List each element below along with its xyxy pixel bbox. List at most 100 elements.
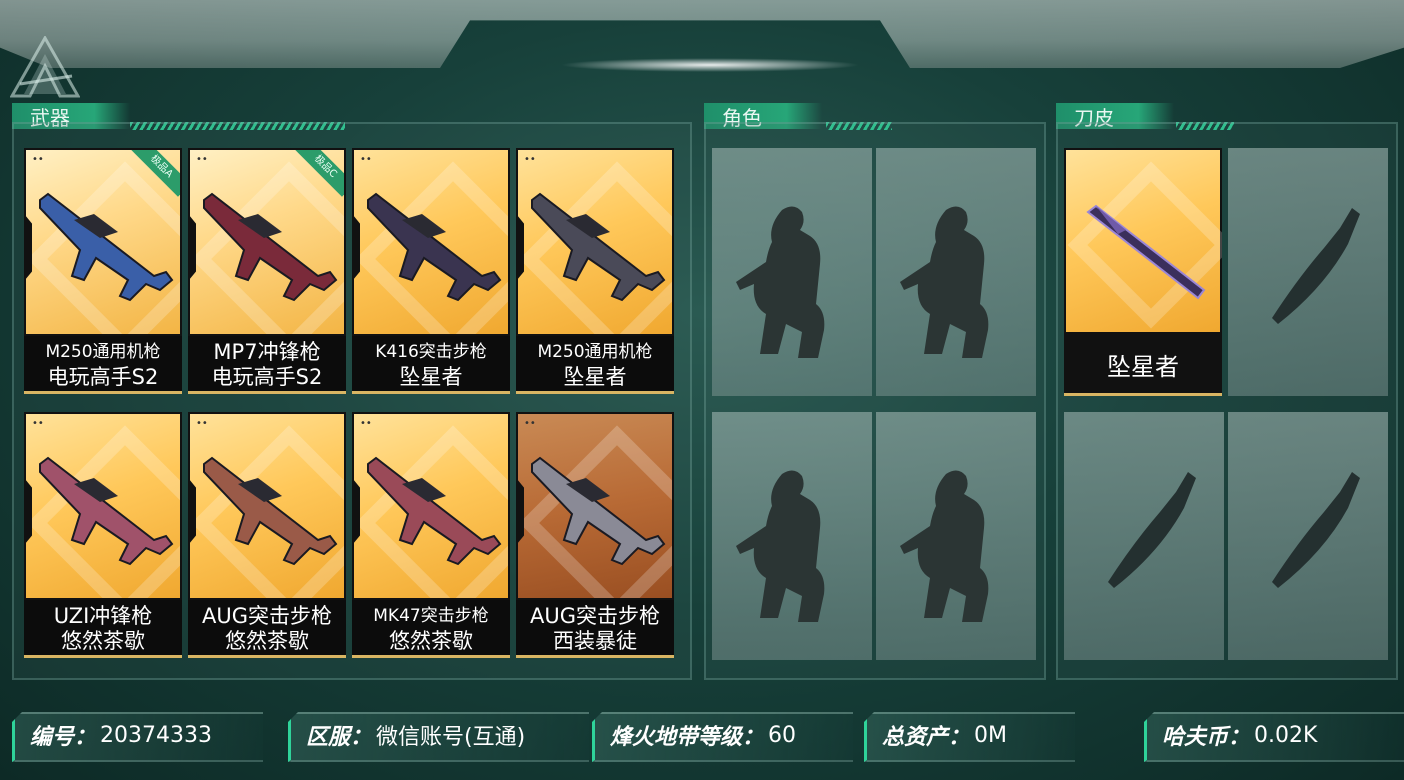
knife-silhouette-icon [1272,208,1360,324]
weapon-card[interactable]: •• AUG突击步枪 悠然茶歇 [188,412,346,658]
card-bottom-bar [1064,393,1222,396]
skin-name: 坠星者 [563,365,627,389]
skin-name: 电玩高手S2 [47,365,159,389]
weapon-art: •• 极品C [190,150,344,334]
skin-name: 悠然茶歇 [389,629,473,653]
knife-art [1066,150,1222,332]
weapon-caption: M250通用机枪电玩高手S2 [24,336,182,394]
rarity-dots-icon: •• [32,418,44,429]
card-bottom-bar [516,655,674,658]
card-bottom-bar [188,391,346,394]
rarity-dots-icon: •• [360,418,372,429]
card-bottom-bar [352,391,510,394]
character-slot[interactable] [712,148,872,396]
weapon-caption: UZI冲锋枪 悠然茶歇 [24,600,182,658]
weapon-caption: K416突击步枪坠星者 [352,336,510,394]
top-glow [560,58,860,72]
weapon-art: •• 极品A [26,150,180,334]
weapon-name: MP7冲锋枪 [213,340,321,364]
rarity-dots-icon: •• [32,154,44,165]
card-bottom-bar [188,655,346,658]
weapon-icon [367,456,502,566]
knife-card[interactable]: 坠星者 [1064,148,1222,396]
assets-label: 总资产： [882,725,971,750]
id-label: 编号： [30,725,97,750]
knife-slot[interactable] [1228,412,1388,660]
knife-name: 坠星者 [1107,352,1179,381]
weapon-caption: MK47突击步枪悠然茶歇 [352,600,510,658]
knife-silhouette-icon [1272,472,1360,588]
character-slot[interactable] [712,412,872,660]
weapon-caption: AUG突击步枪 悠然茶歇 [188,600,346,658]
card-bottom-bar [24,391,182,394]
card-bottom-bar [516,391,674,394]
skin-name: 悠然茶歇 [225,629,309,653]
weapon-card[interactable]: •• MK47突击步枪悠然茶歇 [352,412,510,658]
weapon-caption: MP7冲锋枪 电玩高手S2 [188,336,346,394]
weapon-card[interactable]: •• 极品C MP7冲锋枪 电玩高手S2 [188,148,346,394]
weapon-card[interactable]: •• AUG突击步枪 西装暴徒 [516,412,674,658]
weapon-icon [203,456,338,566]
skin-name: 电玩高手S2 [211,365,323,389]
rarity-dots-icon: •• [196,418,208,429]
weapon-art: •• [26,414,180,598]
weapon-art: •• [354,414,508,598]
weapon-icon [39,192,174,302]
weapon-icon [531,192,666,302]
character-slot[interactable] [876,148,1036,396]
weapon-art: •• [518,150,672,334]
knife-silhouette-icon [1108,472,1196,588]
weapon-icon [531,456,666,566]
rarity-dots-icon: •• [524,154,536,165]
skin-name: 西装暴徒 [553,629,637,653]
info-coin: 哈夫币： 0.02K [1144,712,1404,762]
character-slot[interactable] [876,412,1036,660]
server-label: 区服： [306,725,373,750]
weapon-name: UZI冲锋枪 [53,604,153,628]
soldier-silhouette-icon [736,206,825,358]
weapon-icon [39,456,174,566]
info-id: 编号： 20374333 [12,712,263,762]
rarity-dots-icon: •• [196,154,208,165]
skin-name: 悠然茶歇 [61,629,145,653]
weapon-card[interactable]: •• UZI冲锋枪 悠然茶歇 [24,412,182,658]
rarity-dots-icon: •• [524,418,536,429]
weapon-name: AUG突击步枪 [201,604,332,628]
weapon-name: AUG突击步枪 [529,604,660,628]
knife-icon [1086,204,1206,300]
knife-slot[interactable] [1228,148,1388,396]
soldier-silhouette-icon [900,206,989,358]
id-value: 20374333 [100,722,212,748]
weapon-card[interactable]: •• 极品A M250通用机枪 电玩高手S2 [24,148,182,394]
weapon-card[interactable]: •• K416突击步枪坠星者 [352,148,510,394]
weapon-art: •• [190,414,344,598]
weapon-art: •• [518,414,672,598]
weapon-name: M250通用机枪 [537,342,653,362]
soldier-silhouette-icon [736,470,825,622]
weapon-icon [203,192,338,302]
info-server: 区服： 微信账号(互通) [288,712,589,762]
level-label: 烽火地带等级： [610,725,765,750]
game-logo-icon [10,36,80,98]
skin-name: 坠星者 [399,365,463,389]
weapon-name: K416突击步枪 [375,342,487,362]
coin-label: 哈夫币： [1162,725,1251,750]
weapon-name: M250通用机枪 [45,342,161,362]
weapon-caption: AUG突击步枪 西装暴徒 [516,600,674,658]
info-level: 烽火地带等级： 60 [592,712,853,762]
soldier-silhouette-icon [900,470,989,622]
info-assets: 总资产： 0M [864,712,1075,762]
weapon-art: •• [354,150,508,334]
assets-value: 0M [974,722,1007,748]
level-value: 60 [768,722,797,748]
weapon-icon [367,192,502,302]
weapon-name: MK47突击步枪 [373,606,489,626]
card-bottom-bar [352,655,510,658]
knife-slot[interactable] [1064,412,1224,660]
server-value: 微信账号(互通) [376,725,526,750]
weapon-caption: M250通用机枪坠星者 [516,336,674,394]
rarity-dots-icon: •• [360,154,372,165]
coin-value: 0.02K [1254,722,1318,748]
weapon-card[interactable]: •• M250通用机枪坠星者 [516,148,674,394]
card-bottom-bar [24,655,182,658]
